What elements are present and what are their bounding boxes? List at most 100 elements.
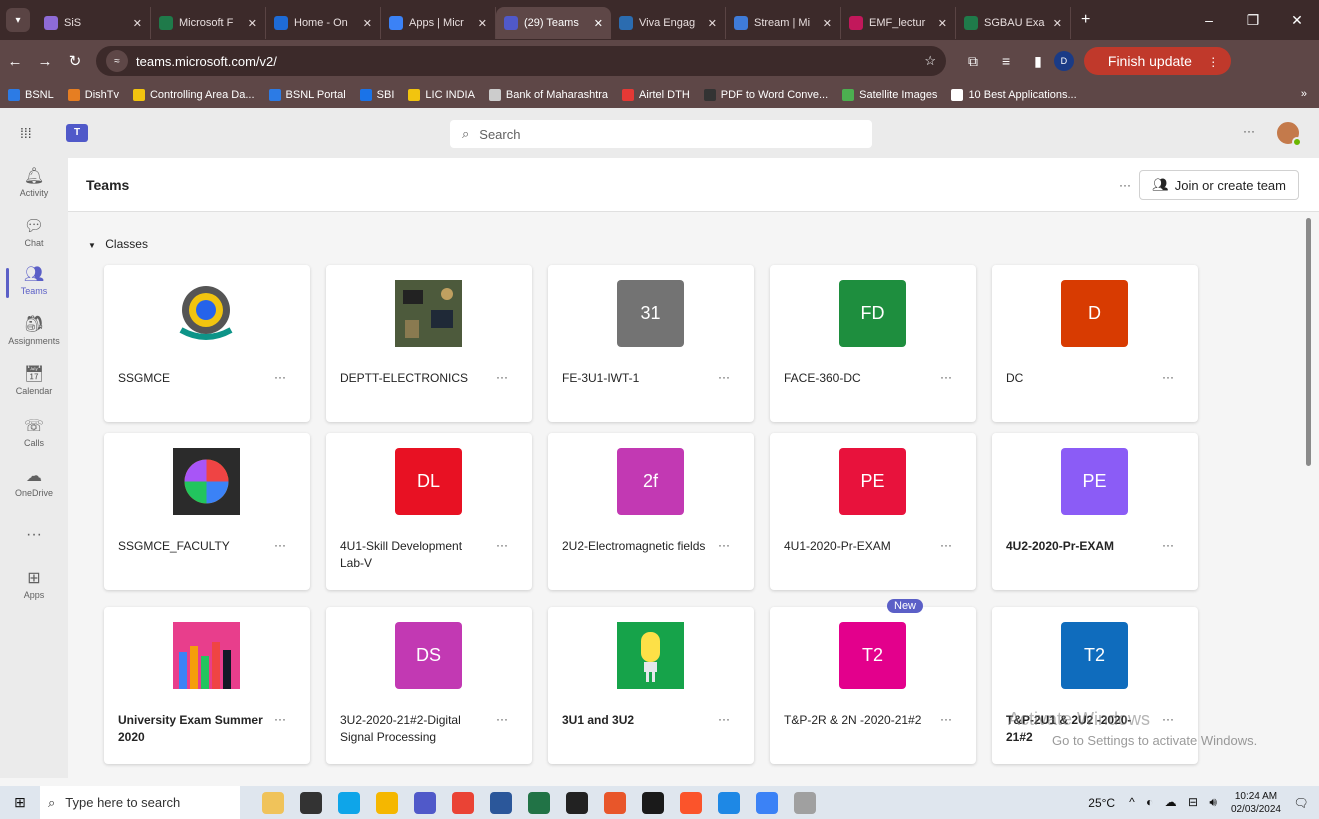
bookmark-item[interactable]: BSNL [8, 89, 54, 101]
minimize-button[interactable]: – [1187, 12, 1231, 28]
sidebar-icon[interactable]: ▮ [1034, 53, 1042, 70]
excel-icon[interactable] [528, 791, 550, 814]
team-more-options-icon[interactable]: ··· [718, 370, 730, 384]
bookmark-item[interactable]: PDF to Word Conve... [703, 89, 828, 101]
bookmark-item[interactable]: BSNL Portal [268, 89, 346, 101]
team-more-options-icon[interactable]: ··· [718, 712, 730, 726]
sublime-icon[interactable] [604, 791, 626, 814]
team-more-options-icon[interactable]: ··· [940, 538, 952, 552]
reload-icon[interactable]: ↻ [60, 52, 90, 70]
bookmark-item[interactable]: SBI [359, 89, 394, 101]
close-window-button[interactable]: ✕ [1275, 12, 1319, 29]
notifications-icon[interactable]: 🗨︎ [1289, 796, 1313, 810]
chrome-icon[interactable] [452, 791, 474, 814]
clock[interactable]: 10:24 AM 02/03/2024 [1231, 790, 1281, 816]
close-tab-icon[interactable]: ✕ [363, 17, 372, 30]
team-card[interactable]: 31 FE-3U1-IWT-1 ··· [548, 265, 754, 422]
edge-icon[interactable] [338, 791, 360, 814]
browser-tab[interactable]: Microsoft F ✕ [151, 7, 266, 39]
terminal-icon[interactable] [566, 791, 588, 814]
close-tab-icon[interactable]: ✕ [248, 17, 257, 30]
bookmark-item[interactable]: DishTv [67, 89, 119, 101]
site-info-icon[interactable]: ≈ [106, 50, 128, 72]
tray-icons[interactable]: ^ ◐ ☁ ⊟ 🔊︎ [1129, 795, 1221, 810]
taskbar-search[interactable]: ⌕ Type here to search [40, 786, 240, 819]
browser-tab[interactable]: Home - On ✕ [266, 7, 381, 39]
bookmark-item[interactable]: LIC INDIA [408, 89, 475, 101]
team-more-options-icon[interactable]: ··· [496, 538, 508, 552]
weather-widget[interactable]: 25°C [1088, 796, 1115, 810]
team-more-options-icon[interactable]: ··· [718, 538, 730, 552]
team-card[interactable]: New T2 T&P-2R & 2N -2020-21#2 ··· [770, 599, 976, 764]
close-tab-icon[interactable]: ✕ [478, 17, 487, 30]
teams-taskbar-icon[interactable] [414, 791, 436, 814]
bookmark-star-icon[interactable]: ☆ [924, 53, 936, 69]
team-more-options-icon[interactable]: ··· [1162, 538, 1174, 552]
app4-icon[interactable] [794, 791, 816, 814]
bookmark-item[interactable]: Airtel DTH [622, 89, 690, 101]
close-tab-icon[interactable]: ✕ [938, 17, 947, 30]
close-tab-icon[interactable]: ✕ [708, 17, 717, 30]
forward-icon[interactable]: → [30, 53, 60, 70]
close-tab-icon[interactable]: ✕ [823, 17, 832, 30]
team-card[interactable]: SSGMCE ··· [104, 265, 310, 422]
file-explorer-icon[interactable] [376, 791, 398, 814]
browser-tab[interactable]: Apps | Micr ✕ [381, 7, 496, 39]
url-bar[interactable]: ≈ teams.microsoft.com/v2/ ☆ [96, 46, 946, 76]
rail-item-more[interactable]: ··· [0, 526, 68, 546]
settings-more-icon[interactable]: ··· [1243, 124, 1255, 138]
team-more-options-icon[interactable]: ··· [274, 712, 286, 726]
scrollbar[interactable] [1306, 218, 1311, 466]
new-tab-button[interactable]: + [1081, 11, 1090, 29]
bookmark-item[interactable]: Bank of Maharashtra [488, 89, 608, 101]
close-tab-icon[interactable]: ✕ [133, 17, 142, 30]
rail-item-apps[interactable]: ⊞ Apps [0, 568, 68, 600]
close-tab-icon[interactable]: ✕ [594, 17, 603, 30]
team-more-options-icon[interactable]: ··· [940, 370, 952, 384]
team-card[interactable]: SSGMCE_FACULTY ··· [104, 433, 310, 590]
windows-start-icon[interactable]: ⊞ [0, 794, 40, 811]
noodles-widget-icon[interactable] [262, 791, 284, 814]
avatar[interactable] [1275, 120, 1302, 147]
team-card[interactable]: D DC ··· [992, 265, 1198, 422]
team-card[interactable]: PE 4U1-2020-Pr-EXAM ··· [770, 433, 976, 590]
bookmark-item[interactable]: Satellite Images [842, 89, 937, 101]
profile-button[interactable]: D [1053, 51, 1074, 71]
join-or-create-team-button[interactable]: 👥︎ Join or create team [1139, 170, 1299, 200]
browser-tab[interactable]: EMF_lectur ✕ [841, 7, 956, 39]
extensions-icon[interactable]: ⧉ [968, 53, 978, 70]
app2-icon[interactable] [718, 791, 740, 814]
rail-item-assignments[interactable]: 🎒︎ Assignments [0, 314, 68, 346]
rail-item-onedrive[interactable]: ☁ OneDrive [0, 466, 68, 498]
team-more-options-icon[interactable]: ··· [940, 712, 952, 726]
team-more-options-icon[interactable]: ··· [496, 712, 508, 726]
back-icon[interactable]: ← [0, 53, 30, 70]
team-more-options-icon[interactable]: ··· [1162, 370, 1174, 384]
team-card[interactable]: DEPTT-ELECTRONICS ··· [326, 265, 532, 422]
rail-item-calendar[interactable]: 📅︎ Calendar [0, 364, 68, 396]
browser-tab[interactable]: (29) Teams ✕ [496, 7, 611, 39]
browser-tab[interactable]: Stream | Mi ✕ [726, 7, 841, 39]
app-icon[interactable] [642, 791, 664, 814]
search-box[interactable]: ⌕ Search [450, 120, 872, 148]
team-card[interactable]: 2f 2U2-Electromagnetic fields ··· [548, 433, 754, 590]
team-more-options-icon[interactable]: ··· [274, 370, 286, 384]
browser-tab[interactable]: SiS ✕ [36, 7, 151, 39]
classes-section-toggle[interactable]: ▼ Classes [88, 237, 148, 251]
finish-update-button[interactable]: Finish update ⋮ [1083, 47, 1232, 75]
teams-more-options-icon[interactable]: ··· [1119, 178, 1131, 192]
bookmark-item[interactable]: Controlling Area Da... [132, 89, 255, 101]
team-card[interactable]: PE 4U2-2020-Pr-EXAM ··· [992, 433, 1198, 590]
task-view-icon[interactable] [300, 791, 322, 814]
reading-list-icon[interactable]: ≡ [1002, 53, 1010, 69]
team-card[interactable]: DS 3U2-2020-21#2-Digital Signal Processin… [326, 607, 532, 764]
team-more-options-icon[interactable]: ··· [496, 370, 508, 384]
close-tab-icon[interactable]: ✕ [1053, 17, 1062, 30]
team-more-options-icon[interactable]: ··· [1162, 712, 1174, 726]
restore-button[interactable]: ❐ [1231, 12, 1275, 29]
browser-tab[interactable]: Viva Engag ✕ [611, 7, 726, 39]
rail-item-activity[interactable]: 🔔︎ Activity [0, 166, 68, 198]
team-card[interactable]: FD FACE-360-DC ··· [770, 265, 976, 422]
team-card[interactable]: DL 4U1-Skill Development Lab-V ··· [326, 433, 532, 590]
rail-item-calls[interactable]: ☏ Calls [0, 416, 68, 448]
